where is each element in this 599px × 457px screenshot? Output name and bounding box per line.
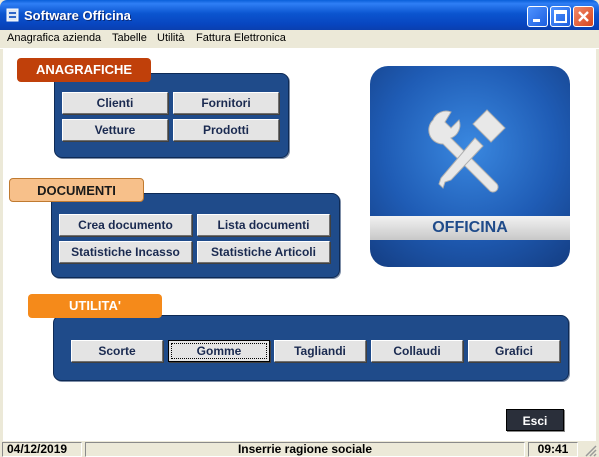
lista-documenti-button[interactable]: Lista documenti <box>197 214 330 236</box>
crea-documento-button[interactable]: Crea documento <box>59 214 192 236</box>
status-message: Inserrie ragione sociale <box>85 442 525 457</box>
statistiche-incasso-button[interactable]: Statistiche Incasso <box>59 241 192 263</box>
clienti-button[interactable]: Clienti <box>62 92 168 114</box>
menu-tabelle[interactable]: Tabelle <box>112 32 147 44</box>
anagrafiche-label: ANAGRAFICHE <box>17 58 151 82</box>
documenti-panel: Crea documento Lista documenti Statistic… <box>51 193 340 278</box>
menu-utilita[interactable]: Utilità <box>157 32 185 44</box>
menu-fattura-elettronica[interactable]: Fattura Elettronica <box>196 32 286 44</box>
minimize-icon <box>533 19 540 22</box>
status-date: 04/12/2019 <box>2 442 82 457</box>
statistiche-articoli-button[interactable]: Statistiche Articoli <box>197 241 330 263</box>
close-button[interactable] <box>573 6 594 27</box>
main-area: Clienti Fornitori Vetture Prodotti ANAGR… <box>3 49 596 441</box>
fornitori-button[interactable]: Fornitori <box>173 92 279 114</box>
anagrafiche-panel: Clienti Fornitori Vetture Prodotti <box>54 73 289 158</box>
esci-button[interactable]: Esci <box>506 409 564 431</box>
minimize-button[interactable] <box>527 6 548 27</box>
collaudi-button[interactable]: Collaudi <box>371 340 463 362</box>
maximize-icon <box>554 10 567 23</box>
status-time: 09:41 <box>528 442 578 457</box>
menu-bar: Anagrafica azienda Tabelle Utilità Fattu… <box>0 30 599 49</box>
title-bar[interactable]: Software Officina <box>0 0 599 30</box>
prodotti-button[interactable]: Prodotti <box>173 119 279 141</box>
tagliandi-button[interactable]: Tagliandi <box>274 340 366 362</box>
status-bar: 04/12/2019 Inserrie ragione sociale 09:4… <box>0 441 599 457</box>
logo-text: OFFICINA <box>370 216 570 240</box>
close-icon <box>578 11 589 22</box>
app-icon <box>6 8 19 22</box>
vetture-button[interactable]: Vetture <box>62 119 168 141</box>
maximize-button[interactable] <box>550 6 571 27</box>
documenti-label: DOCUMENTI <box>9 178 144 202</box>
window-title: Software Officina <box>24 8 131 23</box>
scorte-button[interactable]: Scorte <box>71 340 163 362</box>
utilita-label: UTILITA' <box>28 294 162 318</box>
resize-grip-icon[interactable] <box>583 443 597 457</box>
menu-anagrafica-azienda[interactable]: Anagrafica azienda <box>7 32 101 44</box>
gomme-button[interactable]: Gomme <box>168 340 270 362</box>
utilita-panel: Scorte Gomme Tagliandi Collaudi Grafici <box>53 315 569 381</box>
tools-icon <box>428 109 506 193</box>
grafici-button[interactable]: Grafici <box>468 340 560 362</box>
officina-logo: OFFICINA <box>370 66 570 267</box>
